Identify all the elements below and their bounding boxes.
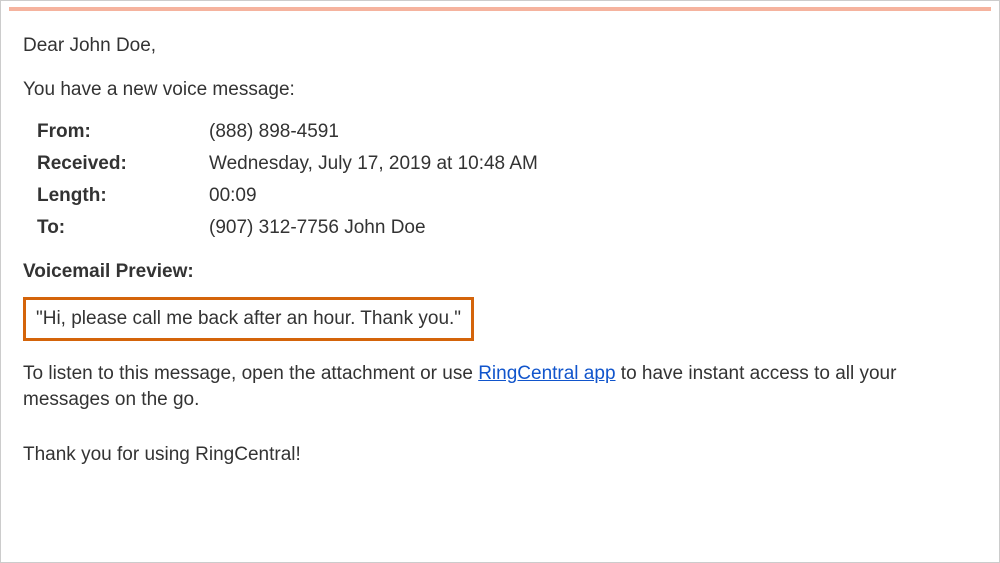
detail-row-to: To: (907) 312-7756 John Doe <box>37 217 977 239</box>
voicemail-preview-heading: Voicemail Preview: <box>23 261 977 283</box>
detail-row-length: Length: 00:09 <box>37 185 977 207</box>
detail-row-received: Received: Wednesday, July 17, 2019 at 10… <box>37 153 977 175</box>
from-label: From: <box>37 121 209 143</box>
voicemail-preview-text: "Hi, please call me back after an hour. … <box>36 308 461 329</box>
closing-text: Thank you for using RingCentral! <box>23 444 977 466</box>
voicemail-preview-box: "Hi, please call me back after an hour. … <box>23 297 474 341</box>
received-label: Received: <box>37 153 209 175</box>
length-value: 00:09 <box>209 185 977 207</box>
intro-text: You have a new voice message: <box>23 79 977 101</box>
length-label: Length: <box>37 185 209 207</box>
email-content: Dear John Doe, You have a new voice mess… <box>1 11 999 466</box>
instruction-text: To listen to this message, open the atta… <box>23 361 977 412</box>
ringcentral-app-link[interactable]: RingCentral app <box>478 363 615 384</box>
greeting-text: Dear John Doe, <box>23 35 977 57</box>
message-details: From: (888) 898-4591 Received: Wednesday… <box>23 121 977 239</box>
instruction-before: To listen to this message, open the atta… <box>23 363 478 384</box>
from-value: (888) 898-4591 <box>209 121 977 143</box>
to-value: (907) 312-7756 John Doe <box>209 217 977 239</box>
received-value: Wednesday, July 17, 2019 at 10:48 AM <box>209 153 977 175</box>
detail-row-from: From: (888) 898-4591 <box>37 121 977 143</box>
email-container: Dear John Doe, You have a new voice mess… <box>0 0 1000 563</box>
to-label: To: <box>37 217 209 239</box>
